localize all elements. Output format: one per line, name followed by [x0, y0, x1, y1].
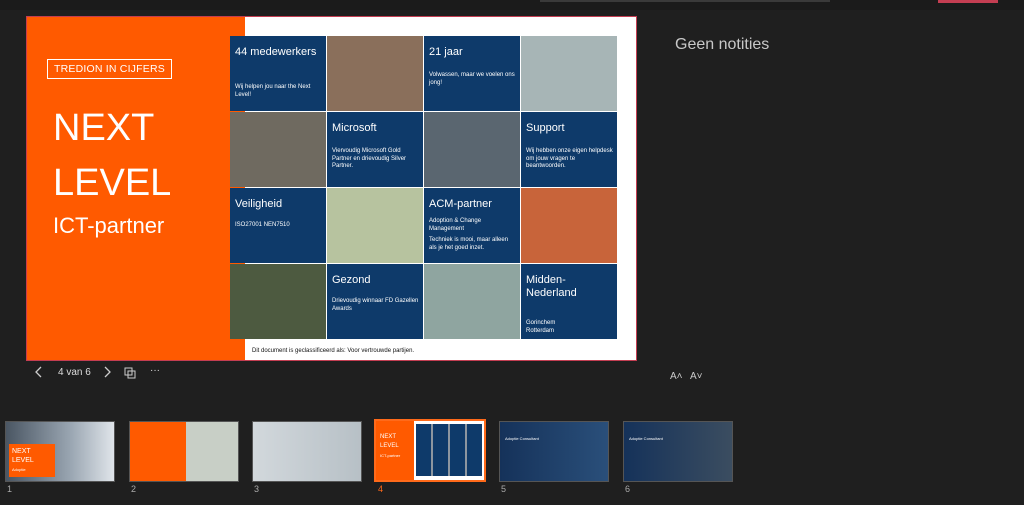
- thumbnail-title-line2: LEVEL: [12, 457, 34, 464]
- next-slide-button[interactable]: [102, 366, 112, 381]
- card-body: Gorinchem Rotterdam: [526, 320, 556, 334]
- notes-text: Geen notities: [675, 36, 770, 53]
- current-slide: TREDION IN CIJFERS NEXT LEVEL ICT-partne…: [26, 16, 637, 361]
- card-title: Veiligheid: [235, 198, 283, 210]
- office-photo: [521, 36, 617, 111]
- slide-title-line1: NEXT: [53, 107, 155, 149]
- thumbnail-title: Adoptie Consultant: [629, 436, 663, 441]
- thumbnail-title-line1: NEXT: [380, 434, 397, 440]
- collaboration-photo: [424, 264, 520, 339]
- card-body-extra: Techniek is mooi, maar alleen als je het…: [429, 237, 509, 251]
- card-title: Gezond: [332, 274, 371, 286]
- card-title: 21 jaar: [429, 46, 463, 58]
- thumbnail-number-2: 2: [131, 484, 137, 494]
- more-options-button[interactable]: ···: [150, 365, 160, 376]
- thumbnail-title-box: NEXT LEVEL Adoptie: [9, 444, 55, 477]
- thumbnail-4[interactable]: NEXT LEVEL ICT-partner: [374, 419, 486, 482]
- thumbnail-title-line1: NEXT: [12, 448, 31, 455]
- card-body: Volwassen, maar we voelen ons jong!: [429, 72, 515, 86]
- thumbnail-2[interactable]: [129, 421, 239, 482]
- card-title: Midden-Nederland: [526, 274, 577, 299]
- laptop-photo: [327, 188, 423, 263]
- workers-photo: [230, 112, 326, 187]
- grid-view-icon: [124, 367, 136, 379]
- page-indicator: 4 van 6: [58, 367, 91, 378]
- decrease-font-button[interactable]: A˅: [690, 371, 703, 382]
- card-body: ISO27001 NEN7510: [235, 222, 290, 228]
- helpdesk-photo: [424, 112, 520, 187]
- card-medewerkers: 44 medewerkers Wij helpen jou naar the N…: [230, 36, 326, 111]
- slide-footer: Dit document is geclassificeerd als: Voo…: [252, 348, 415, 354]
- thumbnail-1[interactable]: NEXT LEVEL Adoptie: [5, 421, 115, 482]
- card-body: Wij helpen jou naar the Next Level!: [235, 84, 311, 98]
- card-acm: ACM-partner Adoption & Change Management…: [424, 188, 520, 263]
- team-photo: [521, 188, 617, 263]
- card-midden-nederland: Midden-Nederland Gorinchem Rotterdam: [521, 264, 617, 339]
- increase-font-button[interactable]: A˄: [670, 371, 683, 382]
- thumbnail-title: Adoptie Consultant: [505, 436, 539, 441]
- thumbnail-title-line2: LEVEL: [380, 443, 399, 449]
- prev-slide-button[interactable]: [34, 366, 44, 381]
- slide-tag: TREDION IN CIJFERS: [47, 59, 172, 79]
- slide-orange-panel: TREDION IN CIJFERS NEXT LEVEL ICT-partne…: [27, 17, 245, 360]
- card-title: Microsoft: [332, 122, 377, 134]
- thumbnail-subtitle: Adoptie: [12, 467, 26, 472]
- thumbnail-title-box: NEXT LEVEL ICT-partner: [376, 421, 414, 480]
- card-body: Viervoudig Microsoft Gold Partner en dri…: [332, 148, 407, 169]
- card-microsoft: Microsoft Viervoudig Microsoft Gold Part…: [327, 112, 423, 187]
- slide-sorter-button[interactable]: [124, 367, 136, 382]
- thumbnail-number-3: 3: [254, 484, 260, 494]
- card-veiligheid: Veiligheid ISO27001 NEN7510: [230, 188, 326, 263]
- thumbnail-grid: [416, 424, 482, 476]
- team-meeting-photo: [327, 36, 423, 111]
- card-gezond: Gezond Drievoudig winnaar FD Gazellen Aw…: [327, 264, 423, 339]
- desk-photo: [230, 264, 326, 339]
- card-title: 44 medewerkers: [235, 46, 317, 58]
- card-body: Drievoudig winnaar FD Gazellen Awards: [332, 298, 419, 312]
- chevron-right-icon: [104, 366, 111, 378]
- thumbnail-5[interactable]: Adoptie Consultant: [499, 421, 609, 482]
- thumbnail-number-4: 4: [378, 484, 384, 494]
- top-bar: [0, 0, 1024, 10]
- thumbnail-number-5: 5: [501, 484, 507, 494]
- thumbnail-subtitle: ICT-partner: [380, 453, 401, 458]
- card-body: Adoption & Change Management: [429, 218, 482, 232]
- thumbnail-number-1: 1: [7, 484, 13, 494]
- card-jaar: 21 jaar Volwassen, maar we voelen ons jo…: [424, 36, 520, 111]
- thumbnail-number-6: 6: [625, 484, 631, 494]
- card-body: Wij hebben onze eigen helpdesk om jouw v…: [526, 148, 613, 169]
- top-tab-strip: [540, 0, 830, 2]
- thumbnail-6[interactable]: Adoptie Consultant: [623, 421, 733, 482]
- card-support: Support Wij hebben onze eigen helpdesk o…: [521, 112, 617, 187]
- card-title: Support: [526, 122, 565, 134]
- slide-title-line2: LEVEL: [53, 162, 172, 204]
- thumbnail-3[interactable]: [252, 421, 362, 482]
- top-accent: [938, 0, 998, 3]
- card-title: ACM-partner: [429, 198, 492, 210]
- chevron-left-icon: [35, 366, 42, 378]
- slide-subtitle: ICT-partner: [53, 213, 165, 238]
